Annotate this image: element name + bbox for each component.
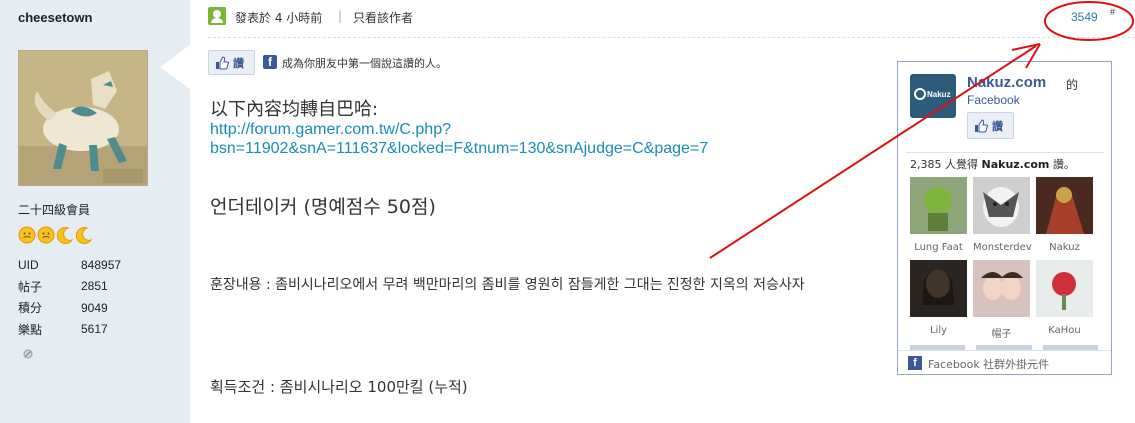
user-online-icon	[208, 7, 226, 25]
facebook-like-box: Nakuz Nakuz.com 的 Facebook 讚 2,385 人覺得 N…	[897, 61, 1112, 375]
only-author-link[interactable]: 只看該作者	[353, 9, 413, 26]
post-header: 發表於 4 小時前 | 只看該作者 3549 #	[208, 6, 1135, 38]
fb-page-name[interactable]: Nakuz.com	[967, 74, 1046, 91]
fan-item[interactable]: Lung Faat	[910, 177, 967, 253]
medal-condition: 획득조건 : 좀비시나리오 100만킬 (누적)	[210, 378, 468, 396]
fan-item[interactable]: 帽子	[973, 260, 1030, 340]
fb-widget-like-label: 讚	[992, 119, 1003, 133]
nakuz-logo[interactable]: Nakuz	[910, 74, 956, 118]
facebook-icon: f	[908, 356, 922, 370]
fb-like-count: 2,385 人覺得 Nakuz.com 讚。	[910, 158, 1075, 171]
medal-description: 훈장내용 : 좀비시나리오에서 무려 백만마리의 좀비를 영원히 잠들게한 그대…	[210, 277, 805, 293]
fb-page-suffix: 的	[1066, 78, 1079, 92]
facebook-like-button[interactable]: 讚	[208, 50, 255, 75]
rank-icons	[18, 226, 93, 244]
separator: |	[338, 9, 343, 23]
sun-icon	[37, 226, 55, 244]
fan-item[interactable]: Monsterdev	[973, 177, 1032, 253]
post-number[interactable]: 3549	[1071, 10, 1098, 24]
fan-item[interactable]: Lily	[910, 260, 967, 336]
medal-title: 언더테이커 (명예점수 50점)	[210, 196, 436, 218]
post-time: 發表於 4 小時前	[235, 11, 323, 25]
user-avatar[interactable]	[18, 50, 148, 186]
stat-uid: UID 848957	[18, 257, 122, 272]
moon-icon	[75, 226, 93, 244]
source-link[interactable]: http://forum.gamer.com.tw/C.php? bsn=119…	[210, 120, 830, 158]
fb-plugin-footer-text[interactable]: Facebook 社群外掛元件	[928, 356, 1049, 372]
post-number-suffix: #	[1110, 7, 1116, 17]
fan-item[interactable]: Nakuz	[1036, 177, 1093, 253]
like-social-text: 成為你朋友中第一個說這讚的人。	[282, 57, 447, 70]
post-heading: 以下內容均轉自巴哈:	[210, 99, 379, 120]
stat-points: 積分 9049	[18, 300, 108, 316]
fb-widget-like-button[interactable]: 讚	[967, 112, 1014, 139]
sun-icon	[18, 226, 36, 244]
stat-credits: 樂點 5617	[18, 322, 108, 337]
username-link[interactable]: cheesetown	[18, 10, 92, 25]
fan-item[interactable]: KaHou	[1036, 260, 1093, 336]
thumbs-up-icon	[975, 118, 988, 132]
user-rank: 二十四級會員	[18, 203, 91, 217]
satellite-icon[interactable]	[22, 345, 34, 359]
source-link-line1: http://forum.gamer.com.tw/C.php?	[210, 121, 451, 138]
divider	[906, 152, 1104, 153]
user-stats: UID 848957 帖子 2851 積分 9049 樂點 5617	[18, 254, 168, 340]
thumbs-up-icon	[216, 55, 229, 69]
speech-bubble-tail	[160, 45, 190, 89]
stat-posts: 帖子 2851	[18, 279, 108, 294]
fb-page-sub[interactable]: Facebook	[967, 93, 1020, 107]
moon-icon	[56, 226, 74, 244]
facebook-icon: f	[263, 55, 277, 69]
fb-plugin-footer: f Facebook 社群外掛元件	[898, 350, 1111, 374]
like-button-label: 讚	[233, 56, 244, 70]
source-link-line2: bsn=11902&snA=111637&locked=F&tnum=130&s…	[210, 140, 709, 157]
